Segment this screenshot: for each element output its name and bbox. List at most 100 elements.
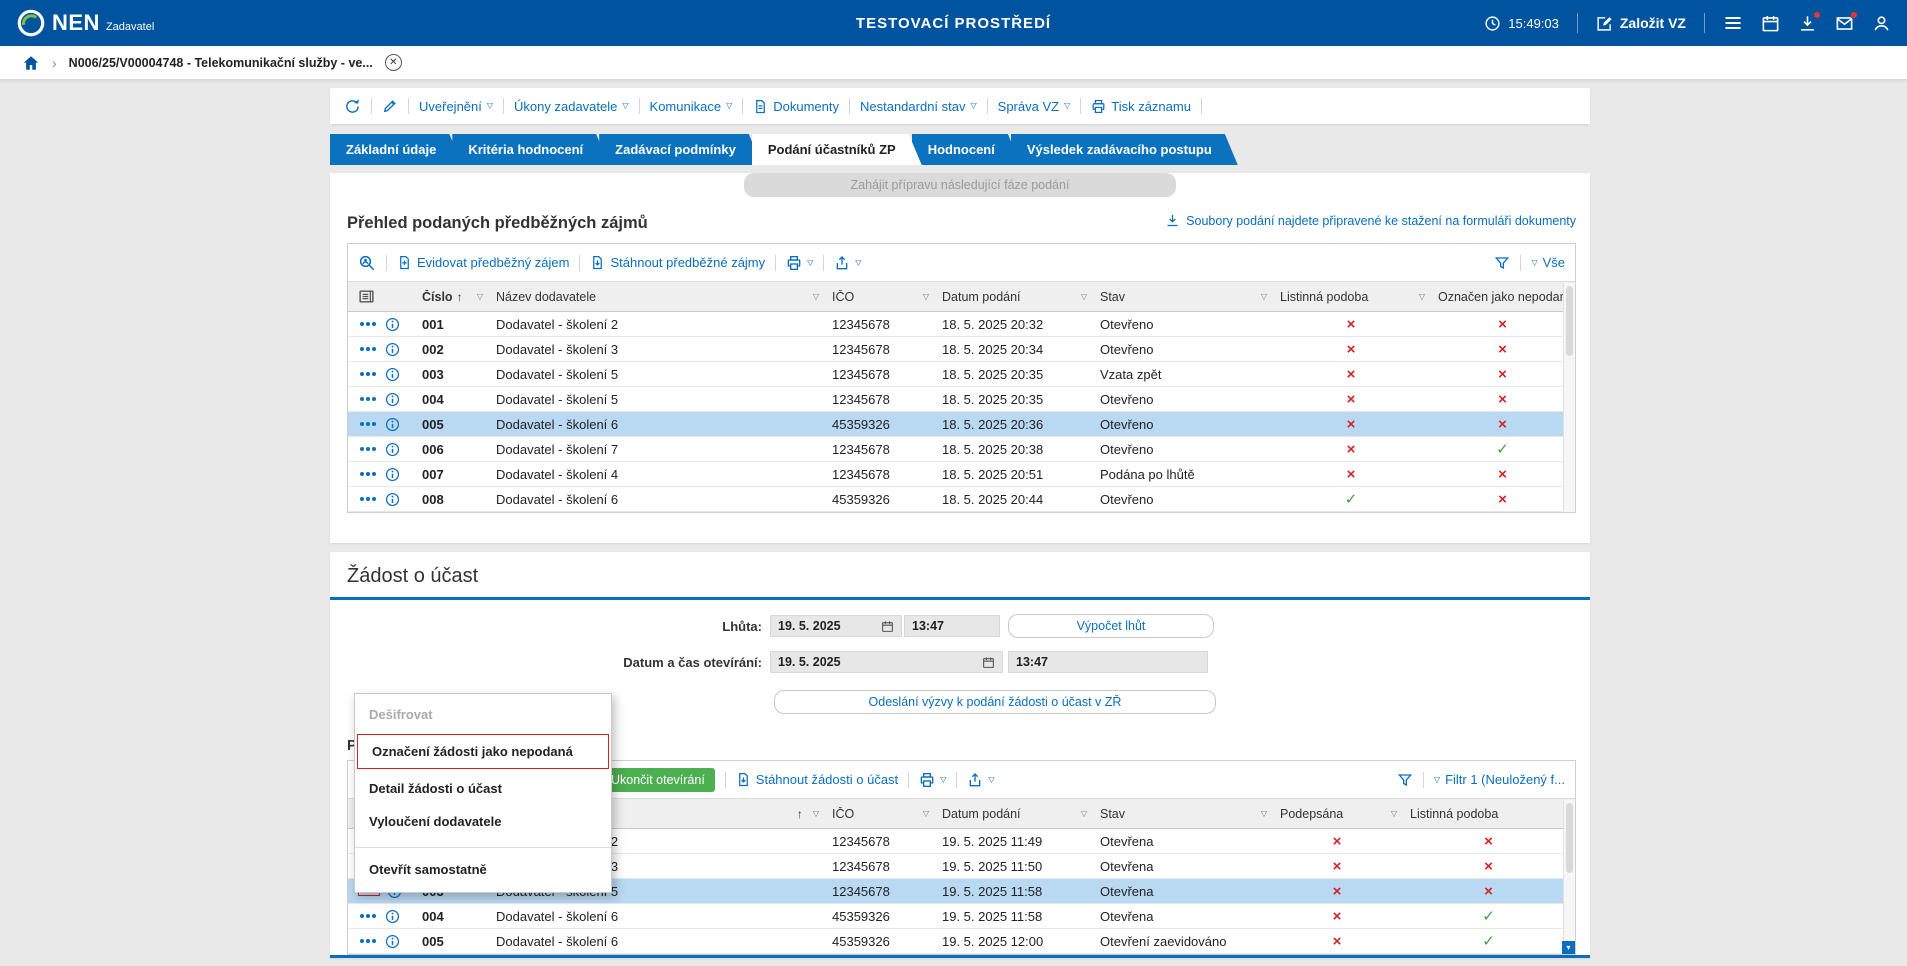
evidovat-zajem-link[interactable]: Evidovat předběžný zájem — [397, 255, 569, 270]
oteviranie-date-field[interactable]: 19. 5. 2025 — [770, 651, 1003, 673]
home-icon[interactable] — [22, 54, 40, 72]
table-row[interactable]: 005 Dodavatel - školení 6 45359326 19. 5… — [348, 929, 1575, 954]
info-icon[interactable] — [385, 442, 400, 457]
vypocet-lhut-button[interactable]: Výpočet lhůt — [1008, 614, 1214, 638]
col-datum-podani[interactable]: Datum podání▽ — [934, 807, 1092, 821]
row-actions-button[interactable] — [358, 345, 378, 353]
table-row[interactable]: 002 Dodavatel - školení 3 12345678 18. 5… — [348, 337, 1575, 362]
menu-sprava-vz[interactable]: Správa VZ▽ — [998, 99, 1071, 114]
col-podepsana[interactable]: Podepsána▽ — [1272, 807, 1402, 821]
print-button[interactable]: ▽ — [919, 772, 946, 788]
table-row[interactable]: 004 Dodavatel - školení 5 12345678 18. 5… — [348, 387, 1575, 412]
table-row[interactable]: 007 Dodavatel - školení 4 12345678 18. 5… — [348, 462, 1575, 487]
soubory-podani-link[interactable]: Soubory podání najdete připravené ke sta… — [1165, 213, 1576, 228]
menu-komunikace[interactable]: Komunikace▽ — [650, 99, 733, 114]
active-filter-link[interactable]: ▽Filtr 1 (Neuložený f... — [1434, 772, 1565, 787]
export-button[interactable]: ▽ — [967, 772, 994, 788]
row-actions-button[interactable] — [358, 420, 378, 428]
edit-record-button[interactable] — [382, 98, 398, 114]
nen-logo[interactable]: NEN Zadavatel — [16, 8, 154, 38]
menu-nestandardni-stav[interactable]: Nestandardní stav▽ — [860, 99, 977, 114]
calendar-button[interactable] — [1761, 14, 1780, 33]
view-all-link[interactable]: ▽Vše — [1531, 255, 1565, 270]
col-nazev-dodavatele[interactable]: Název dodavatele▽ — [488, 290, 824, 304]
stahnout-zadosti-link[interactable]: Stáhnout žádosti o účast — [736, 772, 898, 787]
ukoncit-oteviranie-button[interactable]: Ukončit otevírání — [601, 768, 715, 792]
tab-vysledek-zadavaciho-postupu[interactable]: Výsledek zadávacího postupu — [1011, 134, 1238, 165]
row-actions-button[interactable] — [358, 370, 378, 378]
table-row[interactable]: 008 Dodavatel - školení 6 45359326 18. 5… — [348, 487, 1575, 512]
context-item-vylouceni-dodavatele[interactable]: Vyloučení dodavatele — [355, 805, 611, 838]
profile-button[interactable] — [1872, 14, 1891, 33]
tab-zakladni-udaje[interactable]: Základní údaje — [330, 134, 462, 165]
info-icon[interactable] — [385, 467, 400, 482]
table-row[interactable]: 005 Dodavatel - školení 6 45359326 18. 5… — [348, 412, 1575, 437]
context-item-oznaceni-nepodana[interactable]: Označení žádosti jako nepodaná — [357, 734, 609, 769]
col-stav[interactable]: Stav▽ — [1092, 290, 1272, 304]
menu-ukony-zadavatele[interactable]: Úkony zadavatele▽ — [514, 99, 629, 114]
col-ico[interactable]: IČO▽ — [824, 807, 934, 821]
context-item-otevrit-samostatne[interactable]: Otevřít samostatně — [355, 853, 611, 886]
scrollbar-thumb[interactable] — [1566, 803, 1573, 873]
row-actions-button[interactable] — [358, 937, 378, 945]
col-oznacen-jako-nepodany[interactable]: Označen jako nepodaný — [1430, 290, 1575, 304]
row-actions-button[interactable] — [358, 470, 378, 478]
calendar-icon[interactable] — [982, 656, 995, 669]
scrollbar-thumb[interactable] — [1566, 286, 1573, 356]
search-supplier-button[interactable] — [358, 254, 376, 272]
oteviranie-time-field[interactable]: 13:47 — [1008, 651, 1208, 673]
lhuta-date-field[interactable]: 19. 5. 2025 — [770, 615, 902, 637]
vertical-scrollbar[interactable] — [1563, 283, 1575, 512]
filter-button[interactable] — [1397, 772, 1413, 788]
create-vz-button[interactable]: Založit VZ — [1596, 15, 1686, 32]
stahnout-zajmy-link[interactable]: Stáhnout předběžné zájmy — [590, 255, 765, 270]
menu-dokumenty[interactable]: Dokumenty — [753, 99, 839, 114]
filter-button[interactable] — [1494, 255, 1510, 271]
row-actions-button[interactable] — [358, 320, 378, 328]
zahajit-fazi-button[interactable]: Zahájit přípravu následující fáze podání — [744, 173, 1176, 197]
close-tab-button[interactable]: ✕ — [385, 54, 402, 71]
info-icon[interactable] — [385, 342, 400, 357]
export-button[interactable]: ▽ — [834, 255, 861, 271]
tab-zadavaci-podminky[interactable]: Zadávací podmínky — [599, 134, 762, 165]
tab-podani-ucastniku-zp[interactable]: Podání účastníků ZP — [752, 134, 922, 165]
menu-tisk-zaznamu[interactable]: Tisk záznamu — [1091, 99, 1191, 114]
scroll-corner-button[interactable]: ▾ — [1562, 941, 1575, 954]
downloads-button[interactable] — [1798, 14, 1817, 33]
info-icon[interactable] — [385, 392, 400, 407]
print-button[interactable]: ▽ — [786, 255, 813, 271]
row-actions-button[interactable] — [358, 395, 378, 403]
lhuta-time-field[interactable]: 13:47 — [904, 615, 1000, 637]
table-row[interactable]: 003 Dodavatel - školení 5 12345678 18. 5… — [348, 362, 1575, 387]
col-ico[interactable]: IČO▽ — [824, 290, 934, 304]
menu-button[interactable] — [1723, 13, 1743, 33]
table-row[interactable]: 001 Dodavatel - školení 2 12345678 18. 5… — [348, 312, 1575, 337]
info-icon[interactable] — [385, 492, 400, 507]
info-icon[interactable] — [385, 417, 400, 432]
tab-hodnoceni[interactable]: Hodnocení — [912, 134, 1021, 165]
col-datum-podani[interactable]: Datum podání▽ — [934, 290, 1092, 304]
refresh-button[interactable] — [344, 98, 361, 115]
col-stav[interactable]: Stav▽ — [1092, 807, 1272, 821]
info-icon[interactable] — [385, 934, 400, 949]
info-icon[interactable] — [385, 317, 400, 332]
calendar-icon[interactable] — [881, 620, 894, 633]
table-row[interactable]: 004 Dodavatel - školení 6 45359326 19. 5… — [348, 904, 1575, 929]
column-settings-button[interactable] — [358, 288, 375, 305]
row-actions-button[interactable] — [358, 495, 378, 503]
col-cislo[interactable]: Číslo↑▽ — [414, 290, 488, 304]
col-listinna-podoba[interactable]: Listinná podoba▽ — [1272, 290, 1430, 304]
tab-kriteria-hodnoceni[interactable]: Kritéria hodnocení — [452, 134, 609, 165]
breadcrumb-item[interactable]: N006/25/V00004748 - Telekomunikační služ… — [69, 56, 373, 70]
col-listinna-podoba[interactable]: Listinná podoba▽ — [1402, 807, 1575, 821]
menu-uverejneni[interactable]: Uveřejnění▽ — [419, 99, 493, 114]
messages-button[interactable] — [1835, 14, 1854, 33]
row-actions-button[interactable] — [358, 445, 378, 453]
context-item-detail-zadosti[interactable]: Detail žádosti o účast — [355, 772, 611, 805]
vertical-scrollbar[interactable] — [1563, 800, 1575, 954]
odeslani-vyzvy-button[interactable]: Odeslání výzvy k podání žádosti o účast … — [774, 690, 1216, 714]
row-actions-button[interactable] — [358, 912, 378, 920]
info-icon[interactable] — [385, 909, 400, 924]
info-icon[interactable] — [385, 367, 400, 382]
table-row[interactable]: 006 Dodavatel - školení 7 12345678 18. 5… — [348, 437, 1575, 462]
